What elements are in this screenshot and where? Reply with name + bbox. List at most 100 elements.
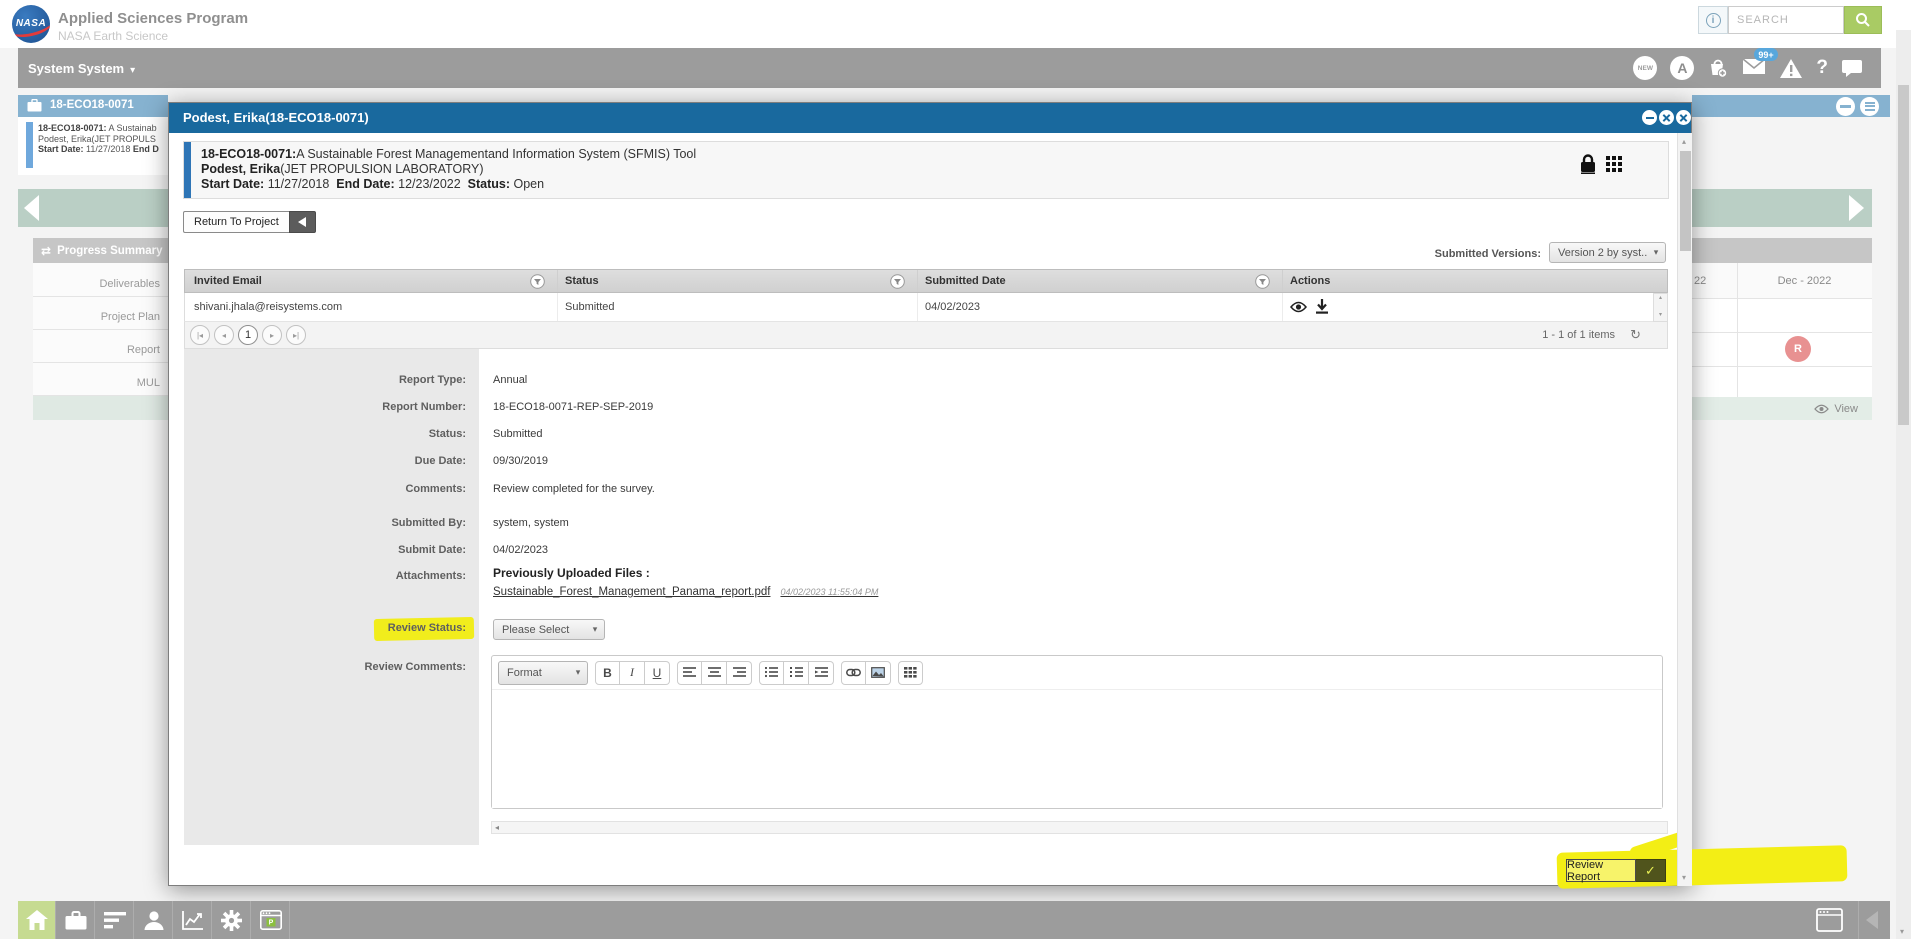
page-scrollbar[interactable]: ▾ xyxy=(1896,30,1911,939)
modal-close-button[interactable] xyxy=(1676,110,1691,125)
panel-footer-left xyxy=(33,396,168,420)
submitted-versions-value: Version 2 by syst... xyxy=(1558,246,1647,259)
horizontal-scrollbar[interactable]: ◂ xyxy=(491,821,1668,834)
scroll-up-icon[interactable]: ▴ xyxy=(1654,294,1667,302)
cart-add-icon[interactable] xyxy=(1707,57,1729,79)
window-minimize-icon[interactable] xyxy=(1836,96,1855,116)
attachment-file-link[interactable]: Sustainable_Forest_Management_Panama_rep… xyxy=(493,586,878,598)
attachments-heading: Previously Uploaded Files : xyxy=(493,566,650,580)
window-menu-icon[interactable] xyxy=(1860,96,1879,116)
submitted-versions-dropdown[interactable]: Version 2 by syst... ▾ xyxy=(1549,242,1666,263)
info-button[interactable]: i xyxy=(1698,6,1728,34)
row-label-report[interactable]: Report xyxy=(127,344,160,356)
search-button[interactable] xyxy=(1844,6,1882,34)
align-right-button[interactable] xyxy=(727,660,752,685)
review-comments-editor: Format ▾ B I U xyxy=(491,655,1663,809)
project-window-titlebar-right xyxy=(1692,95,1890,117)
col-invited-email[interactable]: Invited Email xyxy=(194,275,262,287)
editor-text-area[interactable] xyxy=(492,690,1662,808)
review-status-dropdown[interactable]: Please Select ▾ xyxy=(493,619,605,640)
filter-icon[interactable] xyxy=(1255,274,1270,289)
user-menu-label: System System xyxy=(28,61,125,76)
image-button[interactable] xyxy=(866,660,891,685)
versions-table-row[interactable]: shivani.jhala@reisystems.com Submitted 0… xyxy=(184,293,1668,322)
bold-button[interactable]: B xyxy=(595,660,620,685)
page-first-button[interactable]: | ◂ xyxy=(190,325,210,345)
help-icon[interactable]: ? xyxy=(1816,57,1828,79)
projects-button[interactable] xyxy=(57,901,95,939)
attachments-label: Attachments: xyxy=(395,570,466,582)
reports-chart-button[interactable] xyxy=(174,901,212,939)
col-status[interactable]: Status xyxy=(565,275,599,287)
alert-icon[interactable] xyxy=(1779,58,1803,79)
table-button[interactable] xyxy=(898,660,923,685)
grid-menu-icon[interactable] xyxy=(1606,156,1622,172)
italic-button[interactable]: I xyxy=(620,660,645,685)
users-button[interactable] xyxy=(135,901,173,939)
link-button[interactable] xyxy=(841,660,866,685)
indent-button[interactable] xyxy=(809,660,834,685)
numbered-list-button[interactable] xyxy=(784,660,809,685)
portal-button[interactable]: P xyxy=(252,901,290,939)
col-submitted-date[interactable]: Submitted Date xyxy=(925,275,1006,287)
briefcase-icon xyxy=(65,910,86,929)
carousel-next-icon[interactable] xyxy=(1849,195,1864,221)
main-navbar: System System ▾ NEW A 99+ ? xyxy=(18,48,1881,88)
view-version-icon[interactable] xyxy=(1290,301,1307,313)
return-to-project-button[interactable]: Return To Project xyxy=(183,211,316,233)
view-link[interactable]: View xyxy=(1834,403,1858,415)
settings-button[interactable] xyxy=(213,901,251,939)
month-col-partial: 22 xyxy=(1694,275,1707,287)
report-status-badge[interactable]: R xyxy=(1785,336,1811,362)
carousel-prev-icon[interactable] xyxy=(24,195,39,221)
display-button[interactable] xyxy=(1816,908,1843,935)
bullet-list-button[interactable] xyxy=(759,660,784,685)
row-label-project-plan[interactable]: Project Plan xyxy=(101,311,160,323)
modal-minimize-button[interactable] xyxy=(1642,110,1657,125)
status-label: Status: xyxy=(428,428,466,440)
row-label-mul[interactable]: MUL xyxy=(137,377,160,389)
row-label-deliverables[interactable]: Deliverables xyxy=(99,278,160,290)
modal-titlebar[interactable]: Podest, Erika(18-ECO18-0071) xyxy=(169,103,1691,133)
scroll-down-icon[interactable]: ▾ xyxy=(1654,311,1667,319)
submit-date-value: 04/02/2023 xyxy=(493,544,549,556)
refresh-icon[interactable]: ↻ xyxy=(1630,327,1641,343)
modal-maximize-button[interactable] xyxy=(1659,110,1674,125)
table-pagination: | ◂ ◂ 1 ▸ ▸ | 1 - 1 of 1 items ↻ xyxy=(184,322,1668,349)
scroll-up-icon[interactable]: ▴ xyxy=(1682,137,1686,146)
collapse-panel-icon[interactable] xyxy=(1866,911,1878,929)
page-current-button[interactable]: 1 xyxy=(238,325,258,345)
page-scrollbar-thumb[interactable] xyxy=(1898,85,1909,425)
format-dropdown[interactable]: Format ▾ xyxy=(498,660,588,685)
chat-icon[interactable] xyxy=(1841,59,1863,78)
search-input[interactable] xyxy=(1728,6,1844,34)
page-last-button[interactable]: ▸ | xyxy=(286,325,306,345)
review-status-label: Review Status: xyxy=(387,622,466,634)
review-report-button[interactable]: Review Report ✓ xyxy=(1566,859,1666,883)
modal-scrollbar-thumb[interactable] xyxy=(1680,151,1691,251)
mail-menu[interactable]: 99+ xyxy=(1742,48,1778,78)
progress-summary-header-right xyxy=(1692,238,1872,263)
page-next-button[interactable]: ▸ xyxy=(262,325,282,345)
align-left-button[interactable] xyxy=(677,660,702,685)
table-scrollbar[interactable]: ▴ ▾ xyxy=(1653,293,1668,322)
scroll-down-icon[interactable]: ▾ xyxy=(1682,873,1686,882)
project-summary-card[interactable]: 18-ECO18-0071: A Sustainab Podest, Erika… xyxy=(18,117,168,175)
modal-scrollbar[interactable]: ▴ ▾ xyxy=(1677,133,1692,886)
download-version-icon[interactable] xyxy=(1315,299,1329,315)
user-menu[interactable]: System System ▾ xyxy=(28,61,135,76)
comments-label: Comments: xyxy=(405,483,466,495)
scroll-down-icon[interactable]: ▾ xyxy=(1900,927,1904,936)
scroll-left-icon[interactable]: ◂ xyxy=(495,823,499,832)
new-badge-icon[interactable]: NEW xyxy=(1633,56,1658,80)
avatar[interactable]: A xyxy=(1670,56,1695,80)
eye-icon xyxy=(1814,404,1830,413)
align-center-button[interactable] xyxy=(702,660,727,685)
filter-icon[interactable] xyxy=(530,274,545,289)
page-prev-button[interactable]: ◂ xyxy=(214,325,234,345)
underline-button[interactable]: U xyxy=(645,660,670,685)
home-button[interactable] xyxy=(18,901,56,939)
filter-icon[interactable] xyxy=(890,274,905,289)
filter-list-button[interactable] xyxy=(96,901,134,939)
review-report-label: Review Report xyxy=(1566,859,1636,883)
